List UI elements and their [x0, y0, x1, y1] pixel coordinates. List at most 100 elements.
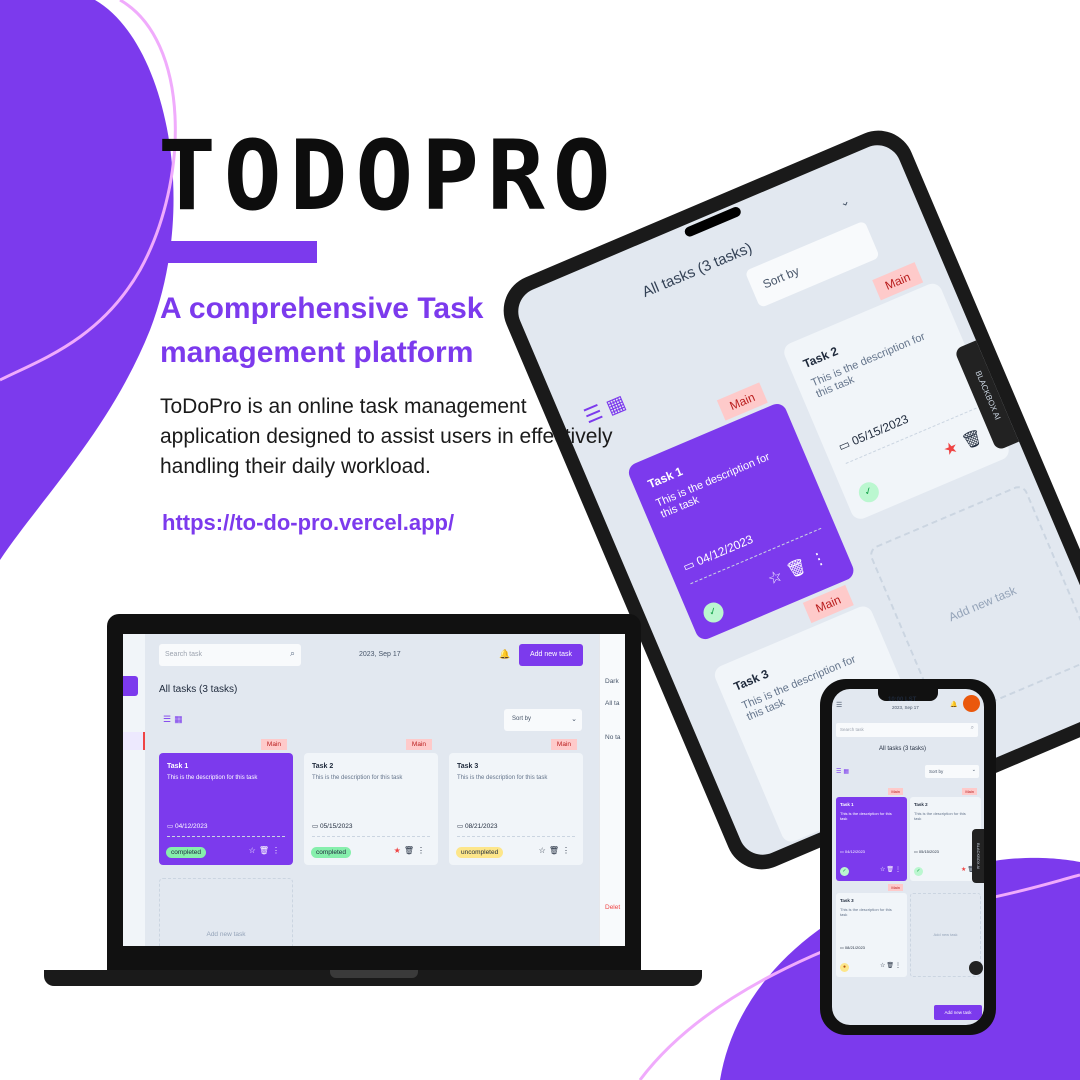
- current-date: 2023, Sep 17: [359, 651, 401, 658]
- task-actions: ★🗑: [940, 424, 991, 461]
- tag-badge: Main: [888, 884, 903, 891]
- search-placeholder: Search task: [840, 727, 864, 732]
- task-description: This is the description for this task: [840, 811, 892, 821]
- blackbox-ai-tab[interactable]: BLACKBOX AI: [972, 829, 984, 883]
- check-icon[interactable]: ✓: [855, 479, 882, 506]
- sort-select[interactable]: Sort by ⌄: [504, 709, 582, 731]
- divider: [312, 836, 430, 837]
- divider: [167, 836, 285, 837]
- more-vertical-icon[interactable]: ⋮: [417, 846, 428, 855]
- more-vertical-icon[interactable]: ⋮: [272, 846, 283, 855]
- task-card[interactable]: Main Task 1 This is the description for …: [159, 739, 293, 865]
- sort-select[interactable]: Sort by ⌄: [925, 765, 979, 778]
- more-vertical-icon[interactable]: ⋮: [895, 867, 902, 873]
- chat-icon[interactable]: [969, 961, 983, 975]
- tag-badge: Main: [962, 788, 977, 795]
- right-panel-item[interactable]: All ta: [605, 700, 619, 707]
- calendar-icon: ▭: [167, 823, 175, 830]
- check-icon[interactable]: ✓: [700, 599, 727, 626]
- right-panel-item: No ta: [605, 734, 621, 741]
- brand-title: TODOPRO: [158, 120, 619, 232]
- calendar-icon: ▭: [312, 823, 320, 830]
- page-title: All tasks (3 tasks): [879, 746, 927, 752]
- right-panel-item[interactable]: Dark: [605, 678, 619, 685]
- phone-device: ☰ 10:00 LST 2023, Sep 17 🔔 Search task ⌕ …: [820, 679, 996, 1035]
- task-title: Task 1: [840, 802, 854, 807]
- trash-icon[interactable]: 🗑: [886, 867, 895, 873]
- task-description: This is the description for this task: [167, 775, 258, 781]
- add-new-task-button[interactable]: Add new task: [934, 1005, 982, 1020]
- chevron-down-icon: ⌄: [571, 716, 577, 723]
- status-badge[interactable]: uncompleted: [456, 847, 504, 858]
- view-toggle: ☰▦: [836, 768, 851, 775]
- task-card[interactable]: Main Task 3 This is the description for …: [836, 884, 907, 977]
- add-new-task-label: Add new task: [946, 583, 1019, 625]
- task-date: 04/12/2023: [174, 823, 208, 830]
- star-icon[interactable]: ☆: [539, 846, 549, 855]
- search-icon[interactable]: ⌕: [971, 725, 974, 732]
- divider: [457, 836, 575, 837]
- menu-icon[interactable]: ☰: [836, 701, 842, 709]
- tablet-sort-select[interactable]: Sort by: [744, 220, 880, 309]
- search-icon[interactable]: ⌕: [290, 648, 295, 659]
- right-panel: Dark All ta No ta Delet: [599, 634, 625, 946]
- grid-view-icon[interactable]: ▦: [174, 714, 186, 724]
- task-title: Task 2: [914, 802, 928, 807]
- avatar[interactable]: [963, 695, 980, 712]
- tag-badge: Main: [405, 739, 432, 750]
- tag-badge: Main: [260, 739, 287, 750]
- trash-icon[interactable]: 🗑: [259, 846, 272, 855]
- task-description: This is the description for this task: [654, 450, 772, 521]
- calendar-icon: ▭: [457, 823, 465, 830]
- add-new-task-button[interactable]: Add new task: [519, 644, 583, 666]
- sidebar-item[interactable]: [123, 732, 145, 750]
- grid-view-icon[interactable]: ▦: [843, 769, 851, 775]
- add-new-task-label: Add new task: [933, 932, 958, 937]
- trash-icon[interactable]: 🗑: [404, 846, 417, 855]
- right-panel-item[interactable]: Delet: [605, 904, 620, 911]
- task-card[interactable]: Main Task 2 This is the description for …: [304, 739, 438, 865]
- site-link[interactable]: https://to-do-pro.vercel.app/: [162, 510, 454, 536]
- status-badge[interactable]: completed: [311, 847, 351, 858]
- bell-icon[interactable]: 🔔: [950, 701, 957, 708]
- page-title: All tasks (3 tasks): [159, 684, 238, 695]
- task-date: 05/15/2023: [319, 823, 353, 830]
- purple-blob-top-left: [0, 0, 174, 560]
- task-actions: ☆🗑⋮: [880, 866, 902, 873]
- chevron-down-icon[interactable]: ⌄: [837, 193, 852, 210]
- trash-icon[interactable]: 🗑: [886, 963, 895, 969]
- trash-icon[interactable]: 🗑: [960, 426, 991, 452]
- star-icon[interactable]: ☆: [249, 846, 259, 855]
- check-icon[interactable]: ✓: [840, 867, 849, 876]
- brand-underline: [165, 241, 317, 263]
- tablet-page-title: All tasks (3 tasks): [639, 239, 755, 301]
- phone-date: 2023, Sep 17: [892, 705, 919, 710]
- tag-badge: Main: [872, 262, 924, 301]
- list-view-icon[interactable]: ☰: [163, 714, 174, 724]
- task-card[interactable]: Main Task 1 This is the description for …: [836, 788, 907, 881]
- task-card[interactable]: Main Task 2 This is the description for …: [910, 788, 981, 881]
- pending-icon[interactable]: ●: [840, 963, 849, 972]
- laptop-screen: Search task ⌕ 2023, Sep 17 🔔 Add new task…: [123, 634, 625, 946]
- view-toggle: ☰▦: [163, 714, 186, 725]
- status-badge[interactable]: completed: [166, 847, 206, 858]
- task-description: This is the description for this task: [809, 330, 927, 401]
- task-date: 08/21/2023: [464, 823, 498, 830]
- task-date: 05/15/2023: [849, 411, 911, 449]
- check-icon[interactable]: ✓: [914, 867, 923, 876]
- sidebar-active-item[interactable]: [123, 676, 138, 696]
- task-date: 04/12/2023: [844, 849, 865, 854]
- task-title: Task 3: [457, 763, 479, 770]
- more-vertical-icon[interactable]: ⋮: [895, 963, 902, 969]
- task-description: This is the description for this task: [840, 907, 892, 917]
- task-card[interactable]: Main Task 3 This is the description for …: [449, 739, 583, 865]
- search-input[interactable]: Search task ⌕: [159, 644, 301, 666]
- more-vertical-icon[interactable]: ⋮: [562, 846, 573, 855]
- add-new-task-card[interactable]: Add new task: [159, 878, 293, 946]
- bell-icon[interactable]: 🔔: [499, 649, 510, 660]
- task-title: Task 1: [167, 763, 189, 770]
- tablet-sort-label: Sort by: [760, 263, 802, 292]
- trash-icon[interactable]: 🗑: [549, 846, 562, 855]
- star-icon[interactable]: ★: [394, 846, 404, 855]
- search-input[interactable]: Search task ⌕: [836, 723, 978, 737]
